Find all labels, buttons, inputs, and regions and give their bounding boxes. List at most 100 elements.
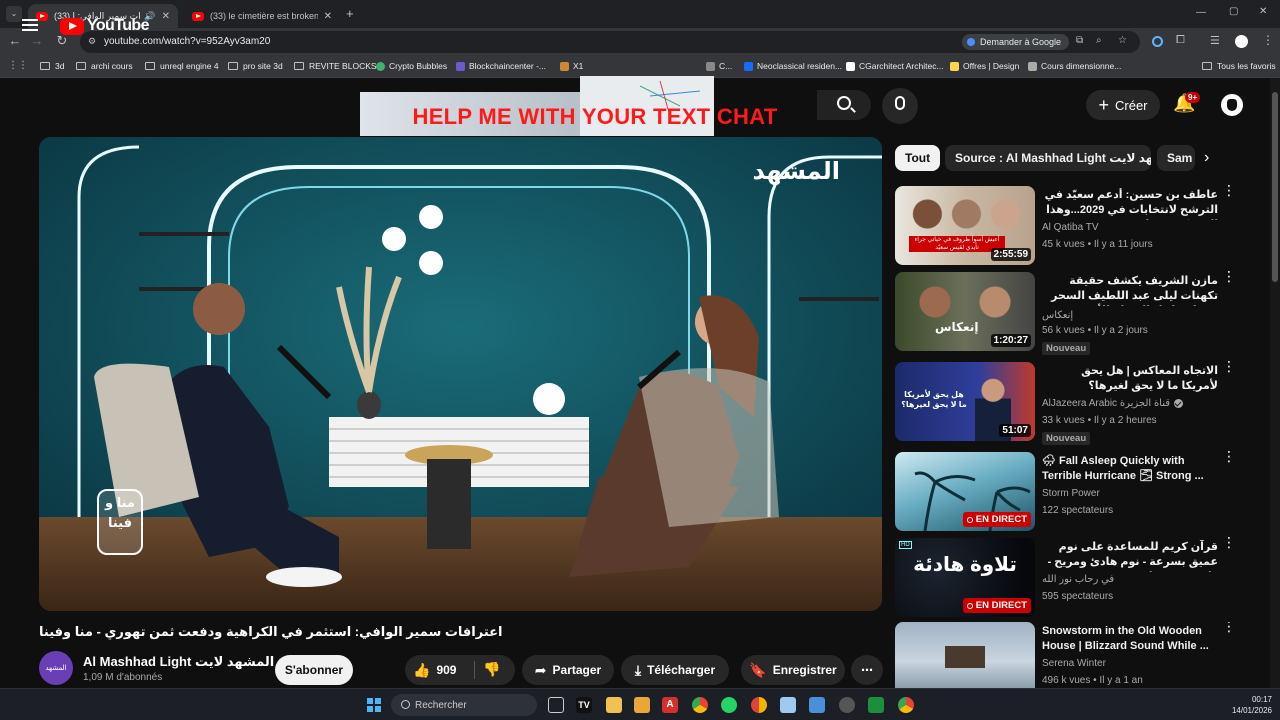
chip-more[interactable]: Sam — [1157, 145, 1195, 171]
folder-icon[interactable] — [634, 697, 650, 713]
like-button[interactable]: 👍 909 — [413, 655, 456, 685]
windows-start-icon[interactable] — [367, 698, 381, 712]
download-button[interactable]: ⤓ Télécharger — [621, 655, 729, 685]
notepad-icon[interactable] — [780, 697, 796, 713]
more-vertical-icon[interactable]: ⋮ — [1222, 449, 1236, 463]
app-icon[interactable] — [839, 697, 855, 713]
channel-name[interactable]: AlJazeera Arabic قناة الجزيرة — [1042, 398, 1184, 409]
reload-icon[interactable]: ↻ — [53, 33, 71, 49]
chip-all[interactable]: Tout — [895, 145, 941, 171]
sheets-icon[interactable] — [868, 697, 884, 713]
task-view-icon[interactable] — [548, 697, 564, 713]
chevron-right-icon[interactable]: › — [1204, 149, 1209, 167]
close-tab-icon[interactable]: ✕ — [156, 11, 170, 22]
recommended-video[interactable]: هل يحق لأمريكا ما لا يحق لغيرها؟ 51:07 ا… — [895, 359, 1240, 445]
cast-icon[interactable]: ⧉ — [1076, 35, 1083, 46]
scrollbar-thumb[interactable] — [1272, 92, 1278, 282]
video-thumbnail[interactable] — [895, 622, 1035, 688]
bookmark-link[interactable]: Blockchaincenter -... — [456, 61, 546, 71]
ask-google-button[interactable]: Demander à Google — [962, 34, 1070, 50]
photos-icon[interactable] — [809, 697, 825, 713]
close-tab-icon[interactable]: ✕ — [318, 11, 332, 22]
chrome-active-icon[interactable] — [898, 697, 914, 713]
create-button[interactable]: + Créer — [1086, 90, 1160, 120]
video-title[interactable]: 🌧 Fall Asleep Quickly with Terrible Hurr… — [1042, 454, 1218, 484]
channel-name[interactable]: في رحاب نور الله — [1042, 574, 1114, 585]
profile-icon[interactable] — [1235, 35, 1248, 48]
bookmark-link[interactable]: X1 — [560, 61, 583, 71]
channel-name[interactable]: Serena Winter — [1042, 658, 1106, 669]
zoom-icon[interactable]: ⌕ — [1096, 35, 1102, 46]
more-vertical-icon[interactable]: ⋮ — [1222, 535, 1236, 549]
forward-icon[interactable]: → — [28, 33, 46, 48]
more-vertical-icon[interactable]: ⋮ — [1222, 622, 1236, 633]
chrome-canary-icon[interactable] — [751, 697, 767, 713]
channel-name[interactable]: إنعكاس — [1042, 310, 1073, 321]
video-title[interactable]: مازن الشريف يكشف حقيقة تكهنات ليلى عبد ا… — [1042, 274, 1218, 306]
browser-tab[interactable]: (33) le cimetière est broken - Y ✕ — [184, 4, 340, 28]
bookmark-link[interactable]: Offres | Design — [950, 61, 1019, 71]
more-vertical-icon[interactable]: ⋮ — [1222, 269, 1236, 283]
recommended-video[interactable]: Snowstorm in the Old Wooden House | Bliz… — [895, 622, 1240, 688]
bookmark-folder[interactable]: pro site 3d — [228, 61, 283, 71]
bookmark-link[interactable]: C... — [706, 61, 732, 71]
all-bookmarks-folder[interactable]: Tous les favoris — [1202, 61, 1276, 71]
video-thumbnail[interactable]: أعيش أسوأ ظروف في حياتي جراء تأيدي لقيس … — [895, 186, 1035, 265]
close-window-icon[interactable]: ✕ — [1259, 6, 1267, 17]
bookmark-folder[interactable]: 3d — [40, 61, 64, 71]
reading-list-icon[interactable]: ☰ — [1210, 34, 1220, 47]
bookmark-link[interactable]: CGarchitect Architec... — [846, 61, 944, 71]
share-button[interactable]: ➦ Partager — [522, 655, 614, 685]
video-title[interactable]: Snowstorm in the Old Wooden House | Bliz… — [1042, 624, 1218, 654]
back-icon[interactable]: ← — [6, 33, 24, 48]
dislike-button[interactable]: 👎 — [483, 661, 500, 678]
chrome-menu-icon[interactable]: ⋮ — [1262, 33, 1274, 47]
subscribe-button[interactable]: S'abonner — [275, 655, 353, 685]
chip-source[interactable]: Source : Al Mashhad Light المشهد لايت — [945, 145, 1151, 171]
acrobat-icon[interactable]: A — [662, 697, 678, 713]
recommended-video[interactable]: أعيش أسوأ ظروف في حياتي جراء تأيدي لقيس … — [895, 183, 1240, 266]
channel-name[interactable]: Storm Power — [1042, 488, 1100, 499]
more-vertical-icon[interactable]: ⋮ — [1222, 183, 1236, 197]
taskbar-search[interactable]: Rechercher — [391, 694, 537, 716]
recommended-video[interactable]: EN DIRECT 🌧 Fall Asleep Quickly with Ter… — [895, 449, 1240, 532]
bookmark-folder[interactable]: archi cours — [76, 61, 133, 71]
recommended-video[interactable]: HD تلاوة هادئة EN DIRECT قرآن كريم للمسا… — [895, 535, 1240, 618]
site-info-icon[interactable]: ⚙ — [88, 36, 96, 47]
url-text[interactable]: youtube.com/watch?v=952Ayv3am20 — [104, 36, 270, 47]
taskbar-clock[interactable]: 00:17 14/01/2026 — [1222, 694, 1272, 716]
video-title[interactable]: عاطف بن حسين: أدعم سعيّد في الترشح لانتخ… — [1042, 188, 1218, 220]
bookmark-folder[interactable]: REVITE BLOCKS — [294, 61, 377, 71]
new-tab-button[interactable]: + — [346, 6, 354, 21]
maximize-icon[interactable]: ▢ — [1229, 6, 1238, 17]
video-thumbnail[interactable]: HD تلاوة هادئة EN DIRECT — [895, 538, 1035, 617]
extension-icon[interactable] — [1152, 36, 1163, 47]
video-title[interactable]: الاتجاه المعاكس | هل يحق لأمريكا ما لا ي… — [1042, 364, 1218, 394]
channel-name[interactable]: Al Mashhad Light المشهد لايت — [83, 654, 288, 670]
bookmark-link[interactable]: Neoclassical residen... — [744, 61, 842, 71]
channel-avatar[interactable]: المشهد — [39, 651, 73, 685]
youtube-logo[interactable]: YouTube — [60, 17, 149, 35]
address-bar[interactable]: ⚙ youtube.com/watch?v=952Ayv3am20 Demand… — [80, 31, 1140, 53]
video-title[interactable]: قرآن كريم للمساعدة على نوم عميق بسرعة - … — [1042, 540, 1218, 572]
more-vertical-icon[interactable]: ⋮ — [1222, 359, 1236, 373]
more-actions-button[interactable]: ⋯ — [851, 655, 883, 685]
apps-grid-icon[interactable]: ⋮⋮ — [8, 60, 28, 71]
chrome-icon[interactable] — [692, 697, 708, 713]
video-player[interactable]: المشهد منا و فينا — [39, 137, 882, 611]
recommended-video[interactable]: إنعكاس 1:20:27 مازن الشريف يكشف حقيقة تك… — [895, 269, 1240, 355]
video-thumbnail[interactable]: هل يحق لأمريكا ما لا يحق لغيرها؟ 51:07 — [895, 362, 1035, 441]
tab-search-dropdown[interactable]: ⌄ — [6, 6, 22, 22]
save-button[interactable]: 🔖 Enregistrer — [741, 655, 845, 685]
tradingview-icon[interactable]: TV — [576, 697, 592, 713]
extensions-puzzle-icon[interactable]: ⧠ — [1176, 34, 1185, 47]
bookmark-link[interactable]: Crypto Bubbles — [376, 61, 447, 71]
whatsapp-icon[interactable] — [721, 697, 737, 713]
file-explorer-icon[interactable] — [606, 697, 622, 713]
video-thumbnail[interactable]: إنعكاس 1:20:27 — [895, 272, 1035, 351]
channel-name[interactable]: Al Qatiba TV — [1042, 222, 1099, 233]
bookmark-star-icon[interactable]: ☆ — [1118, 35, 1127, 46]
menu-icon[interactable] — [22, 19, 38, 31]
video-thumbnail[interactable]: EN DIRECT — [895, 452, 1035, 531]
bookmark-link[interactable]: Cours dimensionne... — [1028, 61, 1121, 71]
